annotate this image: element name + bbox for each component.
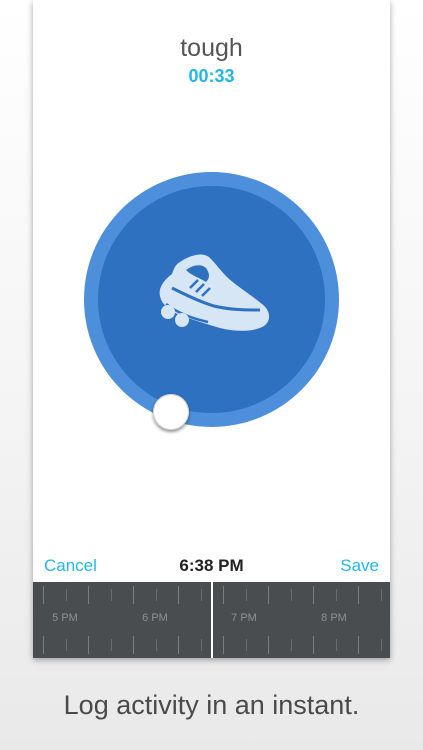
timeline-tick [43,586,44,604]
timeline-tick [110,639,112,651]
time-scrubber[interactable]: 5 PM 6 PM 7 PM 8 PM [33,582,390,658]
intensity-label: tough [180,34,243,62]
timeline-tick [268,586,269,604]
activity-screen: tough 00:33 Cancel 6:38 PM Save 5 PM 6 P… [33,0,390,658]
action-bar: Cancel 6:38 PM Save [33,554,390,580]
timeline-tick [223,636,224,654]
timeline-tick [358,636,359,654]
timeline-tick [65,589,67,601]
timeline-tick [268,636,269,654]
timeline-tick [335,639,337,651]
timeline-tick [155,589,157,601]
hour-label: 7 PM [231,612,257,624]
timeline-tick [358,586,359,604]
hour-label: 8 PM [321,612,347,624]
save-button[interactable]: Save [340,556,379,576]
timeline-tick [43,636,44,654]
timeline-tick [290,589,292,601]
cancel-button[interactable]: Cancel [44,556,97,576]
timeline-tick [133,636,134,654]
timeline-tick [88,586,89,604]
timeline-tick [313,636,314,654]
timeline-tick [223,586,224,604]
hour-label: 5 PM [52,612,78,624]
timeline-tick [380,639,382,651]
dial-handle[interactable] [153,394,189,430]
hour-label: 6 PM [142,612,168,624]
timeline-tick [245,639,247,651]
timeline-tick [313,586,314,604]
duration-readout: 00:33 [188,66,235,86]
timeline-tick [65,639,67,651]
timeline-tick [178,586,179,604]
timeline-tick [380,589,382,601]
timeline-tick [290,639,292,651]
time-cursor [211,582,213,658]
timeline-tick [155,639,157,651]
timeline-tick [110,589,112,601]
timeline-tick [200,589,202,601]
shoe-icon [159,254,270,331]
timeline-tick [200,639,202,651]
timeline-tick [133,586,134,604]
timeline-tick [88,636,89,654]
timeline-tick [178,636,179,654]
promo-caption: Log activity in an instant. [63,690,360,720]
timeline-tick [245,589,247,601]
timeline-tick [335,589,337,601]
